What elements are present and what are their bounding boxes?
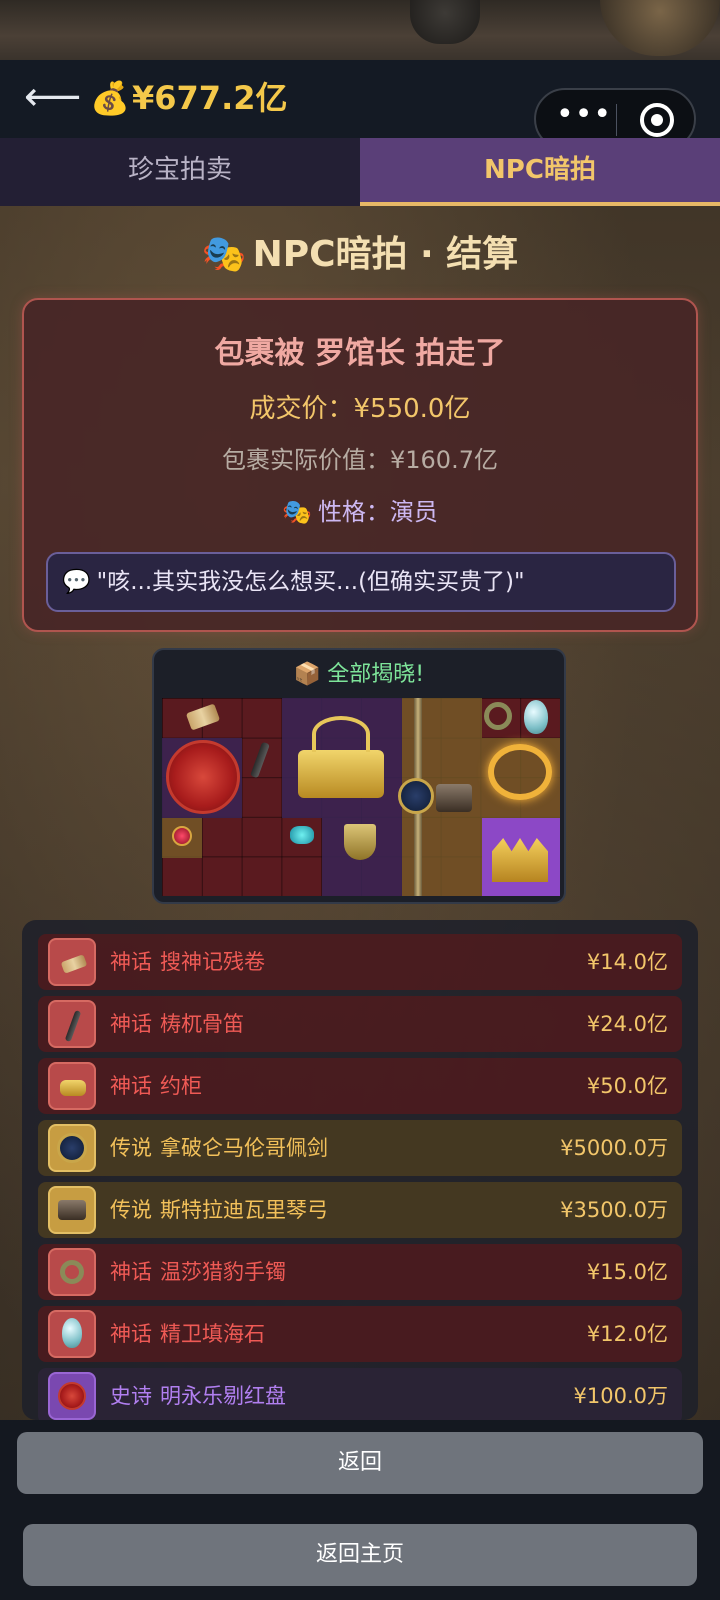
rarity-label: 传说 <box>110 1198 152 1222</box>
violin-bow-icon <box>48 1186 96 1234</box>
item-title: 拿破仑马伦哥佩剑 <box>160 1136 328 1160</box>
list-item[interactable]: 神话 精卫填海石 ¥12.0亿 <box>38 1306 682 1362</box>
item-price: ¥24.0亿 <box>586 1012 668 1036</box>
tab-npc-blind-auction[interactable]: NPC暗拍 <box>360 138 720 206</box>
item-title: 梼杌骨笛 <box>160 1012 244 1036</box>
scroll-icon <box>48 938 96 986</box>
item-price: ¥14.0亿 <box>586 950 668 974</box>
sword-icon <box>398 778 434 814</box>
list-item[interactable]: 传说 斯特拉迪瓦里琴弓 ¥3500.0万 <box>38 1182 682 1238</box>
personality: 🎭 性格：演员 <box>24 492 696 527</box>
background-photo <box>0 0 720 60</box>
decorative-cup <box>410 0 480 44</box>
item-list: 神话 搜神记残卷 ¥14.0亿 神话 梼杌骨笛 ¥24.0亿 神话 约柜 ¥50.0亿… <box>22 920 698 1420</box>
speech-bubble-icon: 💬 <box>62 569 91 595</box>
return-home-button[interactable]: 返回主页 <box>23 1524 697 1586</box>
rarity-label: 神话 <box>110 1322 152 1346</box>
scroll-icon <box>185 703 221 731</box>
return-button[interactable]: 返回 <box>17 1432 703 1494</box>
list-item[interactable]: 神话 温莎猎豹手镯 ¥15.0亿 <box>38 1244 682 1300</box>
theater-masks-icon: 🎭 <box>282 498 312 526</box>
item-price: ¥15.0亿 <box>586 1260 668 1284</box>
arrow-left-icon[interactable]: ⟵ <box>24 77 81 117</box>
item-name: 传说 斯特拉迪瓦里琴弓 <box>110 1182 328 1238</box>
red-plate-icon <box>166 740 240 814</box>
rarity-label: 神话 <box>110 1074 152 1098</box>
list-item[interactable]: 神话 约柜 ¥50.0亿 <box>38 1058 682 1114</box>
reveal-title: 📦 全部揭晓! <box>154 660 564 690</box>
cyan-gem-icon <box>290 826 314 844</box>
deal-price: 成交价：¥550.0亿 <box>249 394 471 424</box>
tab-bar: 珍宝拍卖 NPC暗拍 <box>0 138 720 206</box>
rarity-label: 传说 <box>110 1136 152 1160</box>
item-price: ¥100.0万 <box>573 1384 668 1408</box>
item-title: 约柜 <box>160 1074 202 1098</box>
balance-amount: ¥677.2亿 <box>132 79 288 117</box>
winner-text: 包裹被 罗馆长 拍走了 <box>214 336 506 371</box>
sword-icon <box>48 1124 96 1172</box>
more-dots-icon[interactable]: ••• <box>556 100 612 134</box>
item-name: 神话 梼杌骨笛 <box>110 996 244 1052</box>
golden-ring-icon <box>488 744 552 800</box>
item-title: 温莎猎豹手镯 <box>160 1260 286 1284</box>
decorative-lens <box>600 0 720 56</box>
section-title-text: NPC暗拍 · 结算 <box>252 234 519 275</box>
item-price: ¥5000.0万 <box>560 1136 668 1160</box>
stone-egg-icon <box>524 700 548 734</box>
item-grid <box>162 698 560 896</box>
theater-masks-icon: 🎭 <box>201 234 247 275</box>
item-name: 传说 拿破仑马伦哥佩剑 <box>110 1120 328 1176</box>
npc-quote: 💬 "咳...其实我没怎么想买...(但确实买贵了)" <box>46 552 676 612</box>
rarity-label: 神话 <box>110 1012 152 1036</box>
crown-icon <box>492 838 548 882</box>
item-name: 神话 精卫填海石 <box>110 1306 265 1362</box>
quote-text: "咳...其实我没怎么想买...(但确实买贵了)" <box>96 569 525 595</box>
item-title: 精卫填海石 <box>160 1322 265 1346</box>
item-title: 明永乐剔红盘 <box>160 1384 286 1408</box>
bone-flute-icon <box>250 741 270 779</box>
item-price: ¥3500.0万 <box>560 1198 668 1222</box>
actual-value: 包裹实际价值：¥160.7亿 <box>222 446 498 474</box>
reveal-panel: 📦 全部揭晓! <box>152 648 566 904</box>
capsule-divider <box>616 104 617 136</box>
rarity-label: 神话 <box>110 950 152 974</box>
package-icon: 📦 <box>293 662 322 687</box>
rarity-label: 史诗 <box>110 1384 152 1408</box>
red-gem-icon <box>172 826 192 846</box>
section-title: 🎭 NPC暗拍 · 结算 <box>0 230 720 280</box>
stone-egg-icon <box>48 1310 96 1358</box>
red-plate-icon <box>48 1372 96 1420</box>
bracelet-icon <box>484 702 512 730</box>
violin-bow-icon <box>436 784 472 812</box>
item-name: 神话 搜神记残卷 <box>110 934 265 990</box>
bracelet-icon <box>48 1248 96 1296</box>
reveal-title-text: 全部揭晓! <box>327 662 425 687</box>
item-name: 史诗 明永乐剔红盘 <box>110 1368 286 1420</box>
tab-treasure-auction[interactable]: 珍宝拍卖 <box>0 138 360 206</box>
list-item[interactable]: 神话 梼杌骨笛 ¥24.0亿 <box>38 996 682 1052</box>
rarity-label: 神话 <box>110 1260 152 1284</box>
item-price: ¥50.0亿 <box>586 1074 668 1098</box>
item-title: 斯特拉迪瓦里琴弓 <box>160 1198 328 1222</box>
chalice-icon <box>344 824 376 860</box>
bone-flute-icon <box>48 1000 96 1048</box>
ark-icon <box>48 1062 96 1110</box>
ark-icon <box>298 750 384 798</box>
money-bag-icon: 💰 <box>90 79 130 117</box>
item-name: 神话 约柜 <box>110 1058 202 1114</box>
personality-text: 性格：演员 <box>317 498 438 526</box>
ark-wings <box>312 716 370 752</box>
list-item[interactable]: 神话 搜神记残卷 ¥14.0亿 <box>38 934 682 990</box>
list-item[interactable]: 史诗 明永乐剔红盘 ¥100.0万 <box>38 1368 682 1420</box>
list-item[interactable]: 传说 拿破仑马伦哥佩剑 ¥5000.0万 <box>38 1120 682 1176</box>
item-price: ¥12.0亿 <box>586 1322 668 1346</box>
result-card: 包裹被 罗馆长 拍走了 成交价：¥550.0亿 包裹实际价值：¥160.7亿 🎭… <box>22 298 698 632</box>
target-circle-icon[interactable] <box>640 103 674 137</box>
item-name: 神话 温莎猎豹手镯 <box>110 1244 286 1300</box>
item-title: 搜神记残卷 <box>160 950 265 974</box>
